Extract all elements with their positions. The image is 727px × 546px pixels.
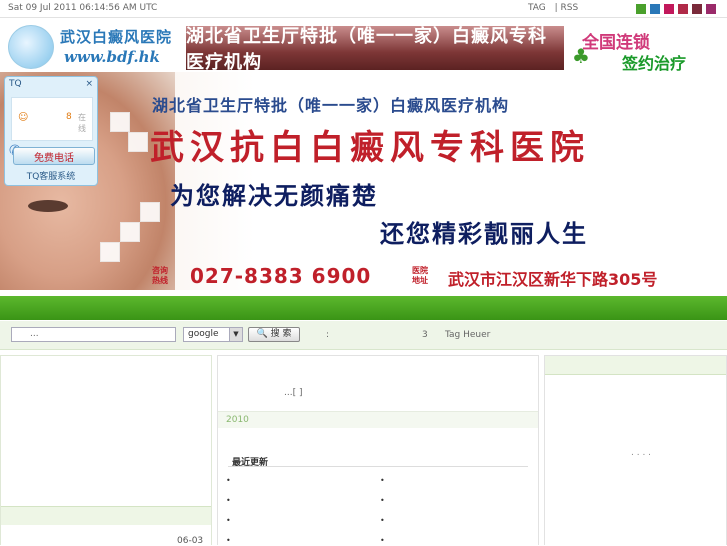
right-column: . . . . [544,355,727,545]
chevron-down-icon: ▼ [229,328,242,341]
result-count: 3 [422,330,428,340]
read-more-link[interactable]: ...[ ] [284,388,302,398]
list-item[interactable]: • [380,536,385,545]
puzzle-piece-icon [110,112,130,132]
slogan-1: 为您解决无颜痛楚 [170,182,378,210]
logo-chinese-name: 武汉白癜风医院 [60,28,173,46]
hospital-address: 武汉市江汉区新华下路305号 [448,270,658,289]
top-banner[interactable]: 湖北省卫生厅特批（唯一一家）白癜风专科医疗机构 [186,26,564,73]
middle-column: ...[ ] 2010 最近更新 • • • • • • • • [217,355,539,545]
hotline-number: 027-8383 6900 [190,264,372,288]
divider [228,466,528,467]
left-column: 06-03 [0,355,212,546]
search-engine-select[interactable]: google ▼ [183,327,243,342]
free-call-button[interactable]: 免费电话 [13,147,95,165]
puzzle-piece-icon [100,242,120,262]
puzzle-piece-icon [120,222,140,242]
search-input[interactable]: ... [11,327,176,342]
list-item[interactable]: • [226,496,231,505]
close-icon[interactable]: × [85,79,93,89]
chain-ad[interactable]: ♣ 全国连锁 签约治疗 [570,26,725,73]
tq-body: ☺ 8 在线 [11,97,93,141]
list-item[interactable]: • [226,536,231,545]
swatch-blue[interactable] [650,4,660,14]
puzzle-piece-icon [128,132,148,152]
hotline-label: 咨询 热线 [152,266,168,285]
puzzle-piece-icon [140,202,160,222]
green-nav-bar [0,296,727,320]
search-separator: : [326,330,330,340]
list-item[interactable]: • [226,476,231,485]
tq-number: 8 [66,112,72,122]
tq-footer: TQ客服系统 [26,172,76,182]
search-row: ... google ▼ 🔍 搜 索 : 3 Tag Heuer [0,321,727,350]
swatch-purple[interactable] [706,4,716,14]
rss-link[interactable]: | RSS [555,3,579,13]
theme-swatches [636,4,716,14]
date-text: Sat 09 Jul 2011 06:14:56 AM UTC [8,3,158,13]
list-item[interactable]: • [380,496,385,505]
list-item[interactable]: • [380,516,385,525]
search-button[interactable]: 🔍 搜 索 [248,327,300,342]
hospital-name: 武汉抗白白癜风专科医院 [150,128,590,168]
tq-chat-widget[interactable]: TQ × ☺ 8 在线 ✆ 免费电话 TQ客服系统 [4,76,98,186]
list-item[interactable]: • [226,516,231,525]
left-section-header [1,506,211,525]
swatch-red[interactable] [678,4,688,14]
top-bar: Sat 09 Jul 2011 06:14:56 AM UTC TAG | RS… [0,0,727,18]
tag-link[interactable]: Tag Heuer [445,330,490,340]
agent-avatar-icon: ☺ [18,112,29,123]
ellipsis-text: . . . . [631,448,652,458]
tq-status: 在线 [78,113,86,133]
swatch-green[interactable] [636,4,646,14]
list-item[interactable]: • [380,476,385,485]
hero-headline: 湖北省卫生厅特批（唯一一家）白癜风医疗机构 [152,96,510,115]
top-links: TAG | RSS [528,3,584,13]
logo-url: www.bdf.hk [64,48,160,66]
logo-emblem-icon [8,25,54,69]
chain-line2: 签约治疗 [622,54,687,73]
year-header: 2010 [218,411,538,428]
swatch-maroon[interactable] [692,4,702,14]
address-label: 医院 地址 [412,266,428,285]
site-logo[interactable]: 武汉白癜风医院 www.bdf.hk [4,22,174,70]
search-icon: 🔍 [256,329,268,339]
tag-link[interactable]: TAG [528,3,546,13]
swatch-pink[interactable] [664,4,674,14]
face-eye [28,200,68,212]
hero-banner[interactable]: 湖北省卫生厅特批（唯一一家）白癜风医疗机构 武汉抗白白癜风专科医院 为您解决无颜… [0,72,727,290]
slogan-2: 还您精彩靓丽人生 [380,220,588,248]
tq-title: TQ [9,79,22,89]
right-section-header [545,356,726,375]
